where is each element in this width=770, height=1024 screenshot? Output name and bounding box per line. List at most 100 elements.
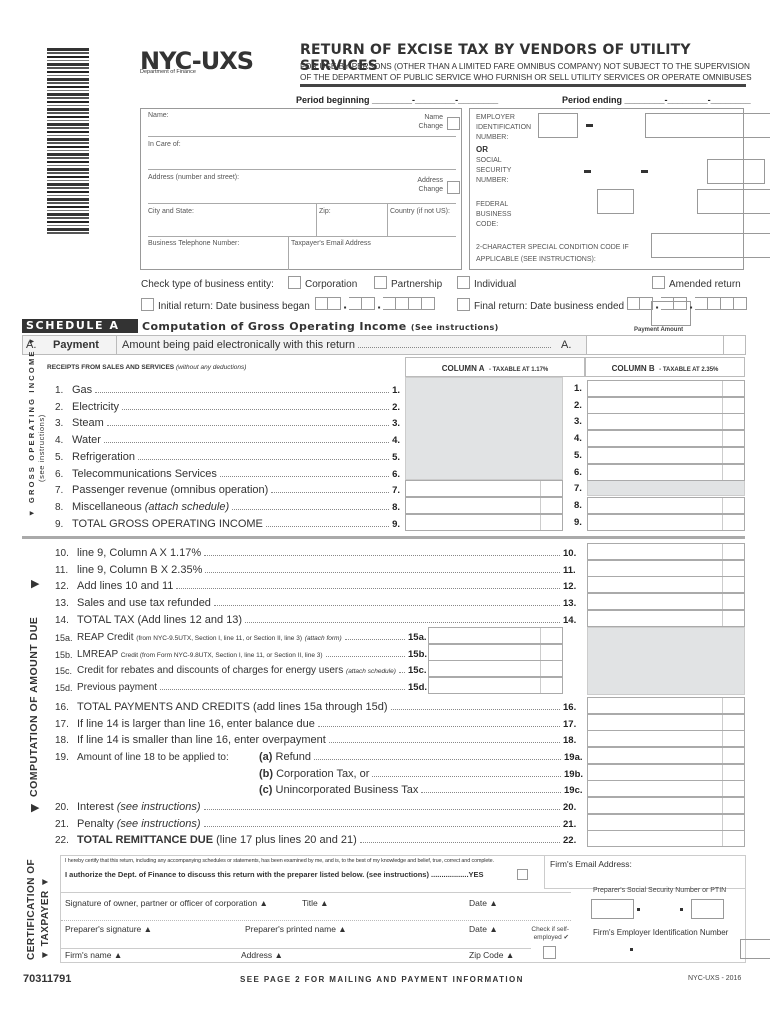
line-number-right: 19b. — [564, 768, 584, 780]
line-number: 16. — [55, 702, 69, 713]
column-a-amount-input[interactable] — [405, 496, 563, 514]
credit-note-italic: (attach form) — [304, 635, 342, 642]
ein-prefix-input[interactable] — [538, 113, 578, 138]
payment-amount-label: Payment Amount — [634, 327, 684, 333]
title-rule — [300, 84, 746, 87]
option-letter: (b) — [259, 767, 274, 780]
line-label: Telecommunications Services — [72, 468, 217, 480]
leader-dots — [219, 475, 390, 477]
amount-input[interactable] — [587, 763, 745, 781]
partnership-checkbox[interactable] — [374, 276, 387, 289]
payment-label: Payment — [53, 339, 99, 351]
amount-input[interactable] — [428, 660, 563, 678]
address-change-checkbox[interactable] — [447, 181, 460, 194]
taxpayer-info-box: Name: Name Change In Care of: Address (n… — [140, 108, 462, 270]
line-number: 22. — [55, 835, 69, 847]
amount-input[interactable] — [587, 593, 745, 611]
amount-input[interactable] — [587, 797, 745, 814]
ein-suffix-input[interactable] — [645, 113, 770, 138]
amount-input[interactable] — [587, 609, 745, 627]
line-number-right: 19a. — [564, 752, 583, 763]
period-ending-field[interactable]: Period ending ________-________-________ — [562, 95, 751, 105]
column-b-amount-input[interactable] — [587, 496, 745, 514]
receipts-header: RECEIPTS FROM SALES AND SERVICES (withou… — [47, 364, 246, 371]
individual-checkbox[interactable] — [457, 276, 470, 289]
firm-email-field[interactable]: Firm's Email Address: — [544, 856, 746, 889]
date-began-input[interactable]: ▪ ▪ — [315, 297, 435, 315]
gross-income-line: 1. Gas 1. — [55, 380, 400, 396]
amended-return-checkbox[interactable] — [652, 276, 665, 289]
column-b-amount-input[interactable] — [587, 396, 745, 414]
self-employed-checkbox[interactable] — [543, 946, 556, 959]
column-a-amount-input[interactable] — [405, 513, 563, 531]
column-b-amount-input[interactable] — [587, 380, 745, 397]
column-b-amount-input[interactable] — [587, 513, 745, 531]
firm-ein-prefix[interactable] — [740, 939, 770, 959]
column-b-amount-input[interactable] — [587, 413, 745, 431]
leader-dots — [176, 588, 560, 590]
leader-dots — [203, 825, 560, 827]
column-b-header: COLUMN B - TAXABLE AT 2.35% — [585, 357, 745, 377]
name-change-label: Name Change — [418, 114, 443, 130]
amount-input[interactable] — [587, 697, 745, 714]
line-label: Electricity — [72, 401, 119, 413]
amount-input[interactable] — [428, 643, 563, 661]
name-change-checkbox[interactable] — [447, 117, 460, 130]
final-return-checkbox[interactable] — [457, 298, 470, 311]
amount-input[interactable] — [587, 559, 745, 577]
divider — [387, 203, 388, 236]
ssn-part2-input[interactable] — [597, 189, 634, 214]
mailing-note: SEE PAGE 2 FOR MAILING AND PAYMENT INFOR… — [240, 975, 524, 984]
dash — [637, 908, 640, 911]
cents-divider — [722, 397, 723, 413]
line-label-text: Steam — [72, 417, 104, 430]
amount-input[interactable] — [587, 576, 745, 594]
initial-return-label: Initial return: Date business began — [158, 301, 310, 312]
cents-divider — [722, 414, 723, 430]
initial-return-checkbox[interactable] — [141, 298, 154, 311]
amount-input[interactable] — [428, 677, 563, 695]
gross-income-side-note: (see instructions) — [37, 414, 46, 482]
period-beginning-field[interactable]: Period beginning ________-________-_____… — [296, 95, 498, 105]
credit-label: LMREAP Credit (from Form NYC-9.8UTX, Sec… — [77, 649, 323, 660]
leader-dots — [205, 571, 560, 573]
date-ended-input[interactable]: ▪ ▪ — [627, 297, 747, 315]
preparer-ssn-part2[interactable] — [691, 899, 725, 919]
line-19-option: (a) Refund 19a. — [259, 747, 586, 763]
amount-input[interactable] — [587, 830, 745, 848]
column-b-shaded-line-7 — [587, 480, 745, 496]
federal-business-code-input[interactable] — [650, 233, 770, 258]
line-number: 2. — [55, 401, 64, 413]
leader-dots — [137, 458, 390, 460]
ssn-part3-input[interactable] — [697, 189, 770, 214]
column-b-line-number: 6. — [574, 466, 582, 478]
ssn-part1-input[interactable] — [706, 159, 765, 184]
column-a-shaded-lines-1-6 — [405, 377, 563, 480]
amount-input[interactable] — [428, 627, 563, 644]
gross-income-line: 9. TOTAL GROSS OPERATING INCOME 9. — [55, 514, 400, 530]
column-b-amount-input[interactable] — [587, 446, 745, 464]
amount-input[interactable] — [587, 747, 745, 764]
leader-dots — [359, 842, 560, 844]
self-employed-label: Check if self-employed ✔ — [531, 926, 569, 941]
leader-dots — [204, 555, 560, 556]
zip-label: Zip: — [319, 208, 331, 215]
column-b-amount-input[interactable] — [587, 430, 745, 448]
leader-dots — [160, 689, 405, 691]
amount-input[interactable] — [587, 713, 745, 731]
computation-line: 17. If line 14 is larger than line 16, en… — [55, 714, 585, 730]
column-a-amount-input[interactable] — [405, 480, 563, 498]
amount-input[interactable] — [587, 813, 745, 831]
leader-dots — [203, 809, 560, 810]
column-b-amount-input[interactable] — [587, 463, 745, 481]
amount-input[interactable] — [587, 543, 745, 560]
section-divider — [22, 536, 745, 539]
preparer-ssn-part1[interactable] — [591, 899, 634, 919]
corporation-checkbox[interactable] — [288, 276, 301, 289]
line-label: Water — [72, 434, 101, 446]
payment-amount-input[interactable] — [586, 335, 746, 355]
amount-input[interactable] — [587, 780, 745, 798]
authorize-yes-checkbox[interactable] — [517, 869, 528, 880]
line-number: 9. — [55, 518, 64, 530]
amount-input[interactable] — [587, 730, 745, 748]
